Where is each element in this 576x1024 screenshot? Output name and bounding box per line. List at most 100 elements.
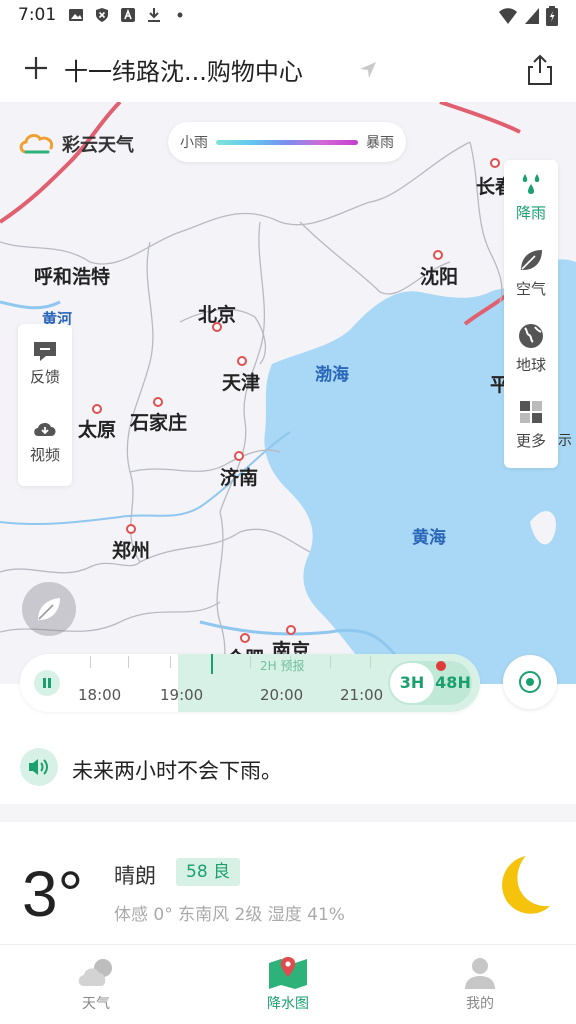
city-marker [153, 397, 163, 407]
layer-air-label: 空气 [515, 280, 546, 298]
video-label: 视频 [29, 446, 60, 464]
timeline-tick [90, 656, 91, 668]
forecast-label: 2H 预报 [260, 659, 305, 673]
nav-weather[interactable]: 天气 [36, 945, 156, 1024]
timeline-current-marker[interactable] [211, 654, 213, 674]
layer-panel: 降雨 空气 地球 更多 [504, 160, 558, 468]
layer-globe-label: 地球 [515, 356, 546, 374]
border [0, 561, 141, 574]
city-marker [490, 158, 500, 168]
bottom-navigation: 天气 降水图 我的 [0, 944, 576, 1024]
city-label: 天津 [222, 372, 261, 394]
nav-precip-map[interactable]: 降水图 [228, 945, 348, 1024]
pause-button[interactable] [34, 670, 60, 696]
city-marker [433, 250, 443, 260]
legend-low-label: 小雨 [180, 135, 208, 151]
feedback-label: 反馈 [29, 368, 60, 386]
city-marker [240, 633, 250, 643]
nav-weather-label: 天气 [82, 996, 110, 1012]
city-label: 石家庄 [130, 412, 188, 434]
notification-dot [436, 661, 446, 671]
temperature: 3° [22, 858, 84, 930]
city-label: 济南 [220, 467, 259, 489]
locate-button[interactable] [503, 655, 557, 709]
border [0, 102, 122, 224]
weather-details: 体感 0° 东南风 2级 湿度 41% [114, 905, 345, 925]
city-label: 太原 [78, 419, 117, 441]
layer-globe-button[interactable]: 地球 [504, 312, 558, 388]
dot-icon [177, 12, 183, 18]
timeline-time: 21:00 [340, 686, 384, 704]
add-location-button[interactable] [22, 54, 50, 82]
city-label: 呼和浩特 [34, 266, 111, 288]
weather-condition: 晴朗 [114, 864, 156, 888]
timeline-time: 20:00 [260, 686, 304, 704]
nav-precip-map-label: 降水图 [267, 996, 309, 1012]
feedback-button[interactable]: 反馈 [18, 324, 72, 402]
border [139, 528, 311, 563]
image-icon [69, 9, 83, 21]
forecast-timeline[interactable]: 2H 预报 18:00 19:00 20:00 21:00 3H 48H [20, 654, 480, 712]
leaf-icon [38, 598, 60, 620]
layer-air-button[interactable]: 空气 [504, 236, 558, 312]
river-line [0, 300, 61, 310]
location-arrow-icon [360, 62, 376, 78]
border [126, 241, 154, 563]
map-pin-icon [269, 957, 307, 989]
signal-icon [525, 8, 539, 24]
system-icons [498, 6, 558, 26]
city-marker [286, 625, 296, 635]
layer-more-button[interactable]: 更多 [504, 388, 558, 464]
leaf-toggle-button[interactable] [22, 582, 76, 636]
border [439, 102, 521, 134]
nav-profile[interactable]: 我的 [420, 945, 540, 1024]
status-time: 7:01 [18, 5, 57, 25]
timeline-tick [250, 656, 251, 668]
wifi-icon [499, 8, 517, 24]
location-header: 十一纬路沈...购物中心 [0, 32, 576, 102]
sea-label: 黄海 [412, 528, 446, 548]
timeline-time: 19:00 [160, 686, 204, 704]
leaf-icon [521, 250, 542, 270]
user-icon [465, 958, 495, 989]
brand-name: 彩云天气 [62, 135, 134, 156]
tool-panel: 反馈 视频 [18, 324, 72, 486]
summary-text: 未来两小时不会下雨。 [72, 759, 282, 783]
range-toggle: 3H 48H [388, 661, 472, 705]
status-bar: 7:01 [0, 0, 576, 32]
cloud-icon [78, 959, 112, 986]
location-title[interactable]: 十一纬路沈...购物中心 [64, 52, 303, 87]
timeline-time: 18:00 [78, 686, 122, 704]
city-marker [237, 356, 247, 366]
layer-rain-label: 降雨 [515, 204, 546, 222]
city-label: 郑州 [112, 540, 151, 562]
globe-icon [519, 324, 543, 348]
shield-icon [96, 8, 108, 22]
current-weather[interactable]: 3° 晴朗 58 良 体感 0° 东南风 2级 湿度 41% [0, 822, 576, 944]
share-button[interactable] [526, 54, 554, 86]
download-icon [148, 8, 160, 22]
locate-dot-icon [526, 678, 534, 686]
aqi-badge: 58 良 [176, 858, 241, 886]
range-3h-button[interactable]: 3H [390, 663, 434, 703]
notification-icons [68, 7, 188, 23]
city-marker [234, 451, 244, 461]
legend-high-label: 暴雨 [366, 135, 394, 151]
feedback-icon [34, 342, 56, 361]
timeline-tick [370, 656, 371, 668]
city-label: 沈阳 [420, 266, 459, 288]
app-a-icon [121, 8, 135, 22]
moon-icon [502, 856, 550, 914]
section-divider [0, 804, 576, 822]
timeline-tick [330, 656, 331, 668]
rain-intensity-legend: 小雨 暴雨 [168, 122, 406, 162]
speaker-button[interactable] [20, 748, 58, 786]
precipitation-map[interactable]: 长春 呼和浩特 沈阳 黄河 北京 天津 渤海 平 太原 石家庄 济南 黄海 郑州… [0, 102, 576, 684]
video-button[interactable]: 视频 [18, 402, 72, 480]
layer-rain-button[interactable]: 降雨 [504, 160, 558, 236]
sea-label: 渤海 [315, 365, 349, 385]
app-screen: 7:01 十一纬路沈...购物中心 长春 呼和浩特 沈阳 黄河 北京 天津 渤海… [0, 0, 576, 1024]
city-marker [212, 322, 222, 332]
legend-gradient-bar [216, 139, 358, 145]
rain-drops-icon [522, 174, 540, 194]
